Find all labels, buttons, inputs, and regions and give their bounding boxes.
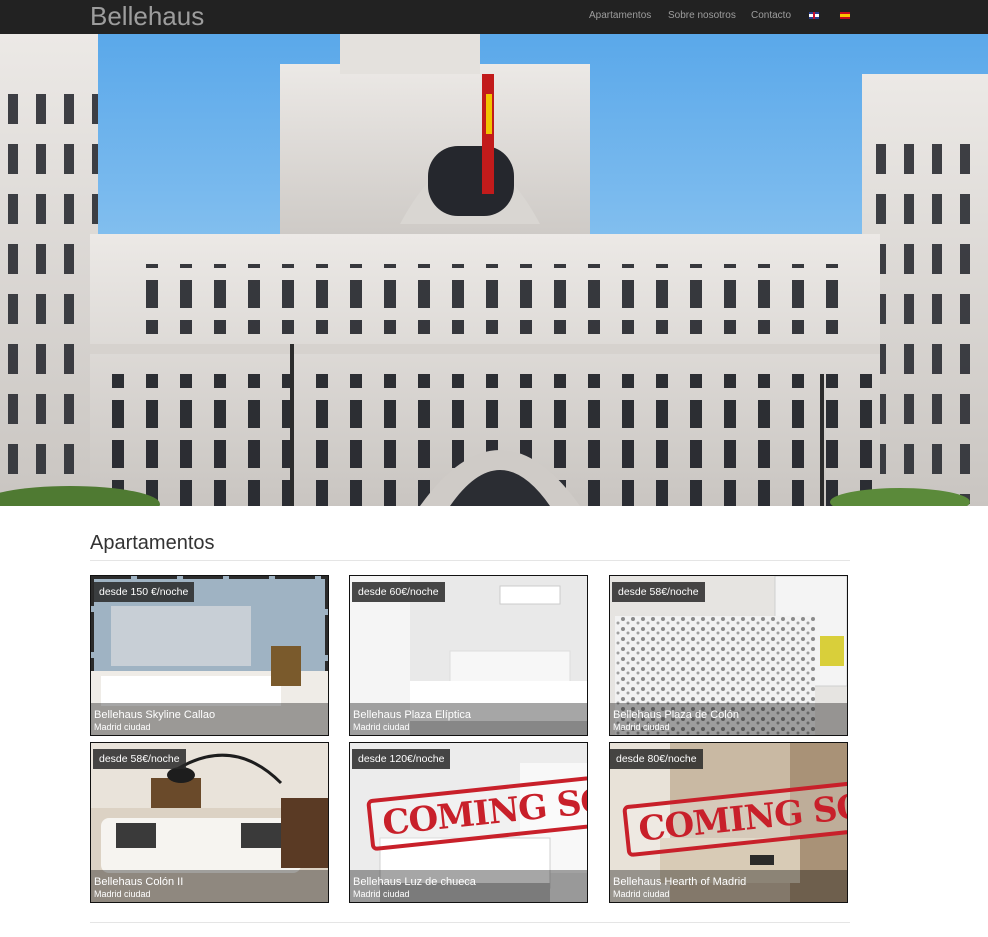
apartment-card[interactable]: desde 60€/noche Bellehaus Plaza Elíptica…	[349, 575, 588, 736]
price-badge: desde 80€/noche	[610, 749, 703, 769]
apartment-card[interactable]: desde 58€/noche Bellehaus Plaza de Colón…	[609, 575, 848, 736]
hero-banner	[0, 34, 988, 506]
uk-flag-icon[interactable]	[809, 12, 819, 19]
apartment-location: Madrid ciudad	[94, 722, 151, 732]
apartment-name[interactable]: Bellehaus Plaza de Colón	[613, 709, 739, 722]
spain-flag-icon[interactable]	[840, 12, 850, 19]
apartment-location: Madrid ciudad	[613, 889, 670, 899]
divider	[90, 922, 850, 923]
apartment-name[interactable]: Bellehaus Skyline Callao	[94, 709, 215, 722]
apartment-name[interactable]: Bellehaus Colón II	[94, 876, 183, 889]
apartment-card[interactable]: desde 58€/noche Bellehaus Colón II Madri…	[90, 742, 329, 903]
apartment-location: Madrid ciudad	[94, 889, 151, 899]
main-nav: Apartamentos Sobre nosotros Contacto	[0, 0, 988, 34]
apartment-name[interactable]: Bellehaus Plaza Elíptica	[353, 709, 471, 722]
apartment-location: Madrid ciudad	[613, 722, 670, 732]
section-title: Apartamentos	[90, 532, 215, 554]
divider	[90, 560, 850, 561]
apartment-name[interactable]: Bellehaus Hearth of Madrid	[613, 876, 746, 889]
apartment-location: Madrid ciudad	[353, 889, 410, 899]
apartment-name[interactable]: Bellehaus Luz de chueca	[353, 876, 476, 889]
apartment-location: Madrid ciudad	[353, 722, 410, 732]
apartment-card[interactable]: COMING SOON desde 80€/noche Bellehaus He…	[609, 742, 848, 903]
price-badge: desde 58€/noche	[612, 582, 705, 602]
nav-item-sobre-nosotros[interactable]: Sobre nosotros	[668, 10, 736, 22]
nav-item-contacto[interactable]: Contacto	[751, 10, 791, 22]
price-badge: desde 120€/noche	[352, 749, 451, 769]
nav-item-apartamentos[interactable]: Apartamentos	[589, 10, 651, 22]
hero-image	[0, 34, 988, 506]
price-badge: desde 60€/noche	[352, 582, 445, 602]
navbar: Bellehaus Apartamentos Sobre nosotros Co…	[0, 0, 988, 34]
apartment-card[interactable]: desde 150 €/noche Bellehaus Skyline Call…	[90, 575, 329, 736]
apartment-card[interactable]: COMING SOON desde 120€/noche Bellehaus L…	[349, 742, 588, 903]
price-badge: desde 58€/noche	[93, 749, 186, 769]
price-badge: desde 150 €/noche	[93, 582, 195, 602]
